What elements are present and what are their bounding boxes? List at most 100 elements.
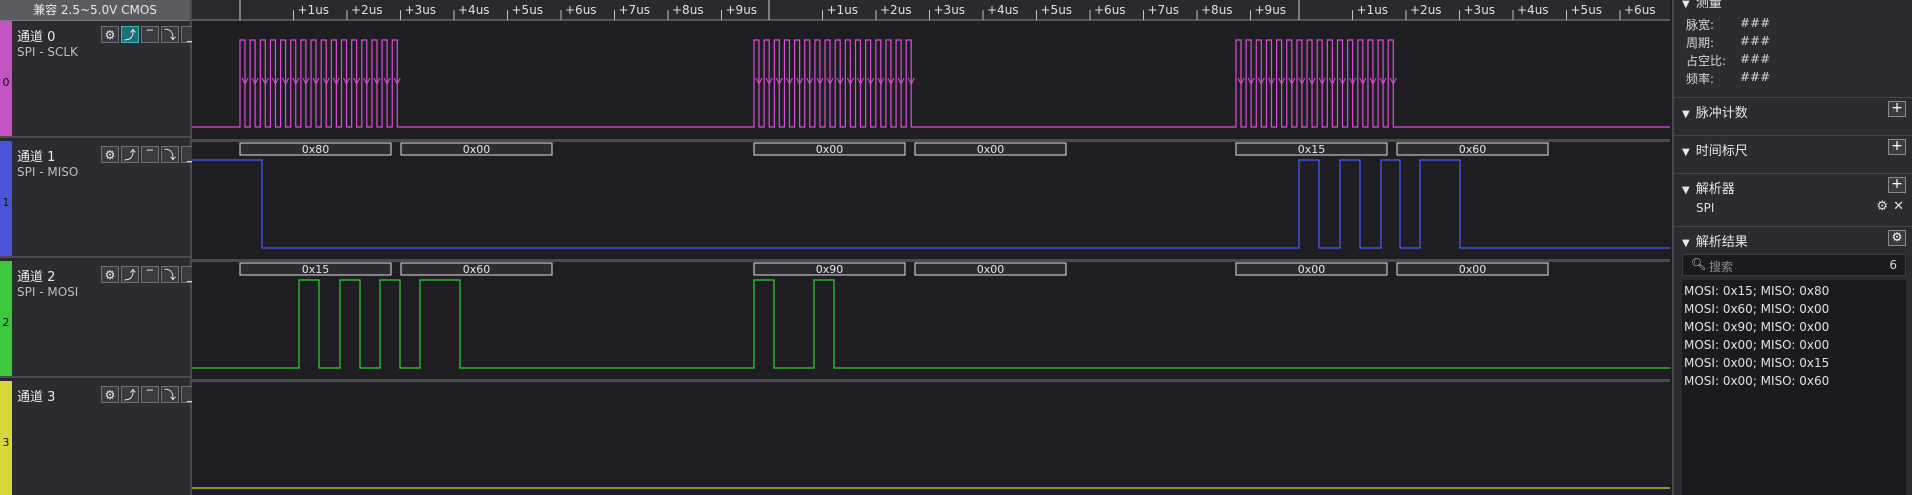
channel-3-rising-edge-icon[interactable]: ⤴ xyxy=(121,386,139,403)
mosi-decode-label: 0x60 xyxy=(463,263,491,276)
mosi-decode-label: 0x15 xyxy=(302,263,330,276)
side-panel: ▼ 测量 脉宽: ### 周期: ### 占空比: ### 频率: ### ▼ 脉冲计数 +… xyxy=(1672,0,1912,495)
miso-decode-label: 0x80 xyxy=(302,143,330,156)
ruler-tick-label: +4us xyxy=(458,3,490,17)
waveform-canvas[interactable]: +1us +2us +3us +4us +5us +6us +7us +8us +9us +1us… xyxy=(192,0,1670,495)
measure-row-duty: 占空比: ### xyxy=(1686,52,1770,69)
channel-0-title: 通道 0 xyxy=(17,30,56,45)
results-section-title: 解析结果 xyxy=(1695,235,1748,250)
channel-separator xyxy=(192,259,1670,262)
collapse-triangle-icon[interactable]: ▼ xyxy=(1682,238,1690,249)
channel-3-high-level-icon[interactable]: ‾ xyxy=(141,386,159,403)
ruler-tick-label: +8us xyxy=(1201,3,1233,17)
measure-section-header[interactable]: ▼ 测量 xyxy=(1674,0,1912,14)
channel-0-rising-edge-icon[interactable]: ⤴ xyxy=(121,26,139,43)
collapse-triangle-icon[interactable]: ▼ xyxy=(1682,109,1690,120)
collapse-triangle-icon[interactable]: ▼ xyxy=(1682,147,1690,158)
add-time-ruler-icon[interactable]: + xyxy=(1888,139,1906,155)
result-row[interactable]: MOSI: 0x00; MISO: 0x60 xyxy=(1684,374,1829,388)
logic-analyzer-window: 兼容 2.5~5.0V CMOS 0 通道 0 SPI - SCLK ⚙ ⤴ ‾… xyxy=(0,0,1912,495)
search-icon: 🔍︎ xyxy=(1691,257,1707,271)
channel-3-gear-icon[interactable]: ⚙ xyxy=(101,386,119,403)
channel-0-trigger-buttons: ⚙ ⤴ ‾ ⤵ _ xyxy=(101,26,199,44)
ruler-tick-label: +9us xyxy=(1255,3,1287,17)
channel-2-falling-edge-icon[interactable]: ⤵ xyxy=(161,266,179,283)
ruler-tick-label: +8us xyxy=(672,3,704,17)
result-row[interactable]: MOSI: 0x90; MISO: 0x00 xyxy=(1684,320,1829,334)
channel-1-trigger-buttons: ⚙ ⤴ ‾ ⤵ _ xyxy=(101,146,199,164)
channel-0-high-level-icon[interactable]: ‾ xyxy=(141,26,159,43)
result-row[interactable]: MOSI: 0x00; MISO: 0x00 xyxy=(1684,338,1829,352)
channel-2-index: 2 xyxy=(2,316,10,329)
ruler-tick-label: +3us xyxy=(1464,3,1496,17)
results-search-box[interactable]: 🔍︎ 搜索 6 xyxy=(1682,254,1906,276)
analyzer-item-spi[interactable]: SPI xyxy=(1696,201,1714,215)
channel-1-index: 1 xyxy=(2,196,10,209)
channel-panel: 兼容 2.5~5.0V CMOS 0 通道 0 SPI - SCLK ⚙ ⤴ ‾… xyxy=(0,0,199,495)
channel-0-header[interactable]: 0 通道 0 SPI - SCLK ⚙ ⤴ ‾ ⤵ _ xyxy=(0,21,199,138)
analyzer-section-header[interactable]: ▼ 解析器 + xyxy=(1674,173,1912,200)
ruler-tick-label: +3us xyxy=(405,3,437,17)
ruler-tick-label: +4us xyxy=(1517,3,1549,17)
channel-3-falling-edge-icon[interactable]: ⤵ xyxy=(161,386,179,403)
ruler-tick-label: +1us xyxy=(1357,3,1389,17)
pulse-count-section-header[interactable]: ▼ 脉冲计数 + xyxy=(1674,97,1912,124)
measure-section-title: 测量 xyxy=(1695,0,1722,11)
collapse-triangle-icon[interactable]: ▼ xyxy=(1682,185,1690,196)
time-ruler-section-header[interactable]: ▼ 时间标尺 + xyxy=(1674,135,1912,162)
channel-1-title: 通道 1 xyxy=(17,150,56,165)
measure-row-pulse-width: 脉宽: ### xyxy=(1686,16,1770,33)
channel-2-high-level-icon[interactable]: ‾ xyxy=(141,266,159,283)
ruler-tick-label: +1us xyxy=(827,3,859,17)
mosi-decode-label: 0x90 xyxy=(816,263,844,276)
channel-2-title: 通道 2 xyxy=(17,270,56,285)
result-row[interactable]: MOSI: 0x60; MISO: 0x00 xyxy=(1684,302,1829,316)
channel-1-subtitle: SPI - MISO xyxy=(17,165,79,179)
analyzer-remove-close-icon[interactable]: ✕ xyxy=(1893,199,1904,214)
mosi-decode-label: 0x00 xyxy=(1459,263,1487,276)
result-row[interactable]: MOSI: 0x15; MISO: 0x80 xyxy=(1684,284,1829,298)
channel-separator xyxy=(192,139,1670,142)
analyzer-settings-gear-icon[interactable]: ⚙ xyxy=(1876,199,1888,214)
mosi-decode-label: 0x00 xyxy=(1298,263,1326,276)
channel-3-trigger-buttons: ⚙ ⤴ ‾ ⤵ _ xyxy=(101,386,199,404)
add-pulse-count-icon[interactable]: + xyxy=(1888,101,1906,117)
result-row[interactable]: MOSI: 0x00; MISO: 0x15 xyxy=(1684,356,1829,370)
results-list[interactable]: MOSI: 0x15; MISO: 0x80 MOSI: 0x60; MISO:… xyxy=(1682,280,1906,495)
ruler-tick-label: +6us xyxy=(1094,3,1126,17)
channel-0-falling-edge-icon[interactable]: ⤵ xyxy=(161,26,179,43)
miso-decode-label: 0x00 xyxy=(816,143,844,156)
channel-separator xyxy=(192,379,1670,382)
analyzer-section-title: 解析器 xyxy=(1695,182,1735,197)
miso-decode-label: 0x15 xyxy=(1298,143,1326,156)
voltage-compat-label[interactable]: 兼容 2.5~5.0V CMOS xyxy=(0,0,190,21)
add-analyzer-icon[interactable]: + xyxy=(1888,177,1906,193)
collapse-triangle-icon[interactable]: ▼ xyxy=(1682,0,1690,10)
channel-1-falling-edge-icon[interactable]: ⤵ xyxy=(161,146,179,163)
measure-label: 占空比: xyxy=(1686,54,1727,68)
measure-value: ### xyxy=(1740,52,1771,66)
measure-value: ### xyxy=(1740,34,1771,48)
channel-1-high-level-icon[interactable]: ‾ xyxy=(141,146,159,163)
channel-1-rising-edge-icon[interactable]: ⤴ xyxy=(121,146,139,163)
results-settings-gear-icon[interactable]: ⚙ xyxy=(1888,230,1906,246)
mosi-decode-label: 0x00 xyxy=(977,263,1005,276)
ruler-tick-label: +5us xyxy=(512,3,544,17)
time-ruler-bar[interactable]: +1us +2us +3us +4us +5us +6us +7us +8us +9us +1us… xyxy=(192,0,1670,21)
channel-2-gear-icon[interactable]: ⚙ xyxy=(101,266,119,283)
ruler-tick-label: +7us xyxy=(1148,3,1180,17)
ruler-tick-label: +1us xyxy=(298,3,330,17)
channel-1-header[interactable]: 1 通道 1 SPI - MISO ⚙ ⤴ ‾ ⤵ _ xyxy=(0,141,199,258)
channel-3-header[interactable]: 3 通道 3 ⚙ ⤴ ‾ ⤵ _ xyxy=(0,381,199,495)
results-section-header[interactable]: ▼ 解析结果 ⚙ xyxy=(1674,226,1912,253)
channel-1-gear-icon[interactable]: ⚙ xyxy=(101,146,119,163)
channel-0-gear-icon[interactable]: ⚙ xyxy=(101,26,119,43)
ruler-tick-label: +5us xyxy=(1571,3,1603,17)
pulse-count-section-title: 脉冲计数 xyxy=(1695,106,1748,121)
channel-2-header[interactable]: 2 通道 2 SPI - MOSI ⚙ ⤴ ‾ ⤵ _ xyxy=(0,261,199,378)
measure-row-frequency: 频率: ### xyxy=(1686,70,1770,87)
channel-2-rising-edge-icon[interactable]: ⤴ xyxy=(121,266,139,283)
miso-decode-label: 0x60 xyxy=(1459,143,1487,156)
measure-label: 频率: xyxy=(1686,72,1715,86)
search-input-placeholder[interactable]: 搜索 xyxy=(1709,258,1733,275)
